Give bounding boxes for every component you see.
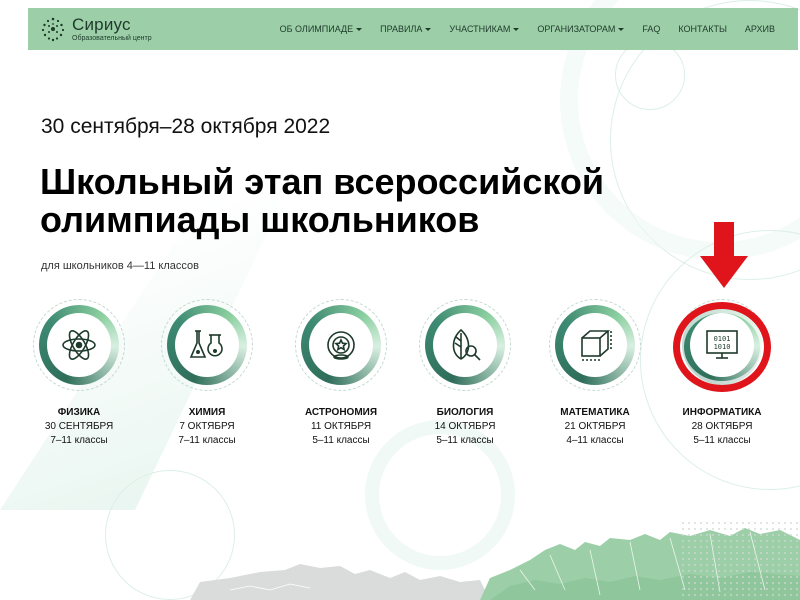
logo-name: Сириус (72, 15, 131, 34)
subject-card-physics[interactable]: ФИЗИКА 30 СЕНТЯБРЯ 7–11 классы (19, 299, 139, 446)
nav-label: ОРГАНИЗАТОРАМ (537, 24, 616, 34)
subject-icon-badge (419, 299, 511, 391)
highlight-circle (673, 302, 771, 392)
subject-classes: 7–11 классы (50, 435, 108, 446)
caret-down-icon (356, 27, 363, 31)
nav-label: АРХИВ (744, 24, 775, 34)
subject-icon-badge (295, 299, 387, 391)
subject-icon-badge (33, 299, 125, 391)
subject-name: ИНФОРМАТИКА (682, 407, 762, 418)
sirius-logo-icon (41, 17, 65, 42)
caret-down-icon (513, 27, 520, 31)
subject-card-biology[interactable]: БИОЛОГИЯ 14 ОКТЯБРЯ 5–11 классы (405, 299, 525, 446)
subject-date: 21 ОКТЯБРЯ (564, 421, 626, 432)
nav-item-about[interactable]: ОБ ОЛИМПИАДЕ (271, 24, 372, 34)
subject-date: 14 ОКТЯБРЯ (434, 421, 496, 432)
nav-label: FAQ (642, 24, 661, 34)
nav-item-organizers[interactable]: ОРГАНИЗАТОРАМ (528, 24, 633, 34)
subject-classes: 7–11 классы (178, 435, 236, 446)
title-line-1: Школьный этап всероссийской (40, 161, 605, 202)
subject-name: БИОЛОГИЯ (436, 407, 494, 418)
subject-card-astronomy[interactable]: АСТРОНОМИЯ 11 ОКТЯБРЯ 5–11 классы (281, 299, 401, 446)
subject-date: 11 ОКТЯБРЯ (310, 421, 372, 432)
subject-name: ФИЗИКА (57, 407, 101, 418)
dot-pattern (680, 520, 800, 600)
subject-card-chemistry[interactable]: ХИМИЯ 7 ОКТЯБРЯ 7–11 классы (147, 299, 267, 446)
subject-classes: 5–11 классы (436, 435, 494, 446)
nav-label: ПРАВИЛА (380, 24, 423, 34)
page-title: Школьный этап всероссийской олимпиады шк… (40, 163, 660, 239)
cube-icon (581, 330, 612, 361)
nav-label: ОБ ОЛИМПИАДЕ (279, 24, 354, 34)
subject-date: 28 ОКТЯБРЯ (691, 421, 753, 432)
nav-item-faq[interactable]: FAQ (633, 24, 669, 34)
leaf-magnifier-icon (452, 328, 481, 361)
site-header: Сириус Образовательный центр ОБ ОЛИМПИАД… (28, 8, 798, 50)
background-ring (615, 40, 685, 110)
flask-icon (189, 330, 223, 358)
subject-icon-badge (161, 299, 253, 391)
nav-label: УЧАСТНИКАМ (449, 24, 511, 34)
nav-item-participants[interactable]: УЧАСТНИКАМ (440, 24, 528, 34)
subject-card-mathematics[interactable]: МАТЕМАТИКА 21 ОКТЯБРЯ 4–11 классы (535, 299, 655, 446)
background-decoration (0, 0, 800, 600)
olympiad-dates: 30 сентября–28 октября 2022 (41, 115, 331, 138)
subject-name: АСТРОНОМИЯ (304, 407, 378, 418)
subject-icon-badge (549, 299, 641, 391)
main-nav: ОБ ОЛИМПИАДЕ ПРАВИЛА УЧАСТНИКАМ ОРГАНИЗА… (271, 24, 784, 34)
subject-date: 30 СЕНТЯБРЯ (44, 421, 114, 432)
subject-classes: 5–11 классы (693, 435, 751, 446)
atom-icon (62, 330, 96, 360)
subject-classes: 4–11 классы (566, 435, 624, 446)
subject-date: 7 ОКТЯБРЯ (179, 421, 235, 432)
nav-label: КОНТАКТЫ (678, 24, 727, 34)
nav-item-rules[interactable]: ПРАВИЛА (371, 24, 440, 34)
page-subtitle: для школьников 4—11 классов (41, 260, 199, 272)
subject-name: МАТЕМАТИКА (560, 407, 630, 418)
caret-down-icon (618, 27, 625, 31)
planet-icon (327, 331, 355, 360)
caret-down-icon (425, 27, 432, 31)
nav-item-archive[interactable]: АРХИВ (736, 24, 784, 34)
title-line-2: олимпиады школьников (40, 199, 480, 240)
logo-subtitle: Образовательный центр (72, 35, 152, 42)
red-arrow-down-icon (700, 222, 748, 288)
nav-item-contacts[interactable]: КОНТАКТЫ (669, 24, 736, 34)
subject-name: ХИМИЯ (188, 407, 226, 418)
logo[interactable]: Сириус Образовательный центр (40, 16, 152, 42)
subject-classes: 5–11 классы (312, 435, 370, 446)
